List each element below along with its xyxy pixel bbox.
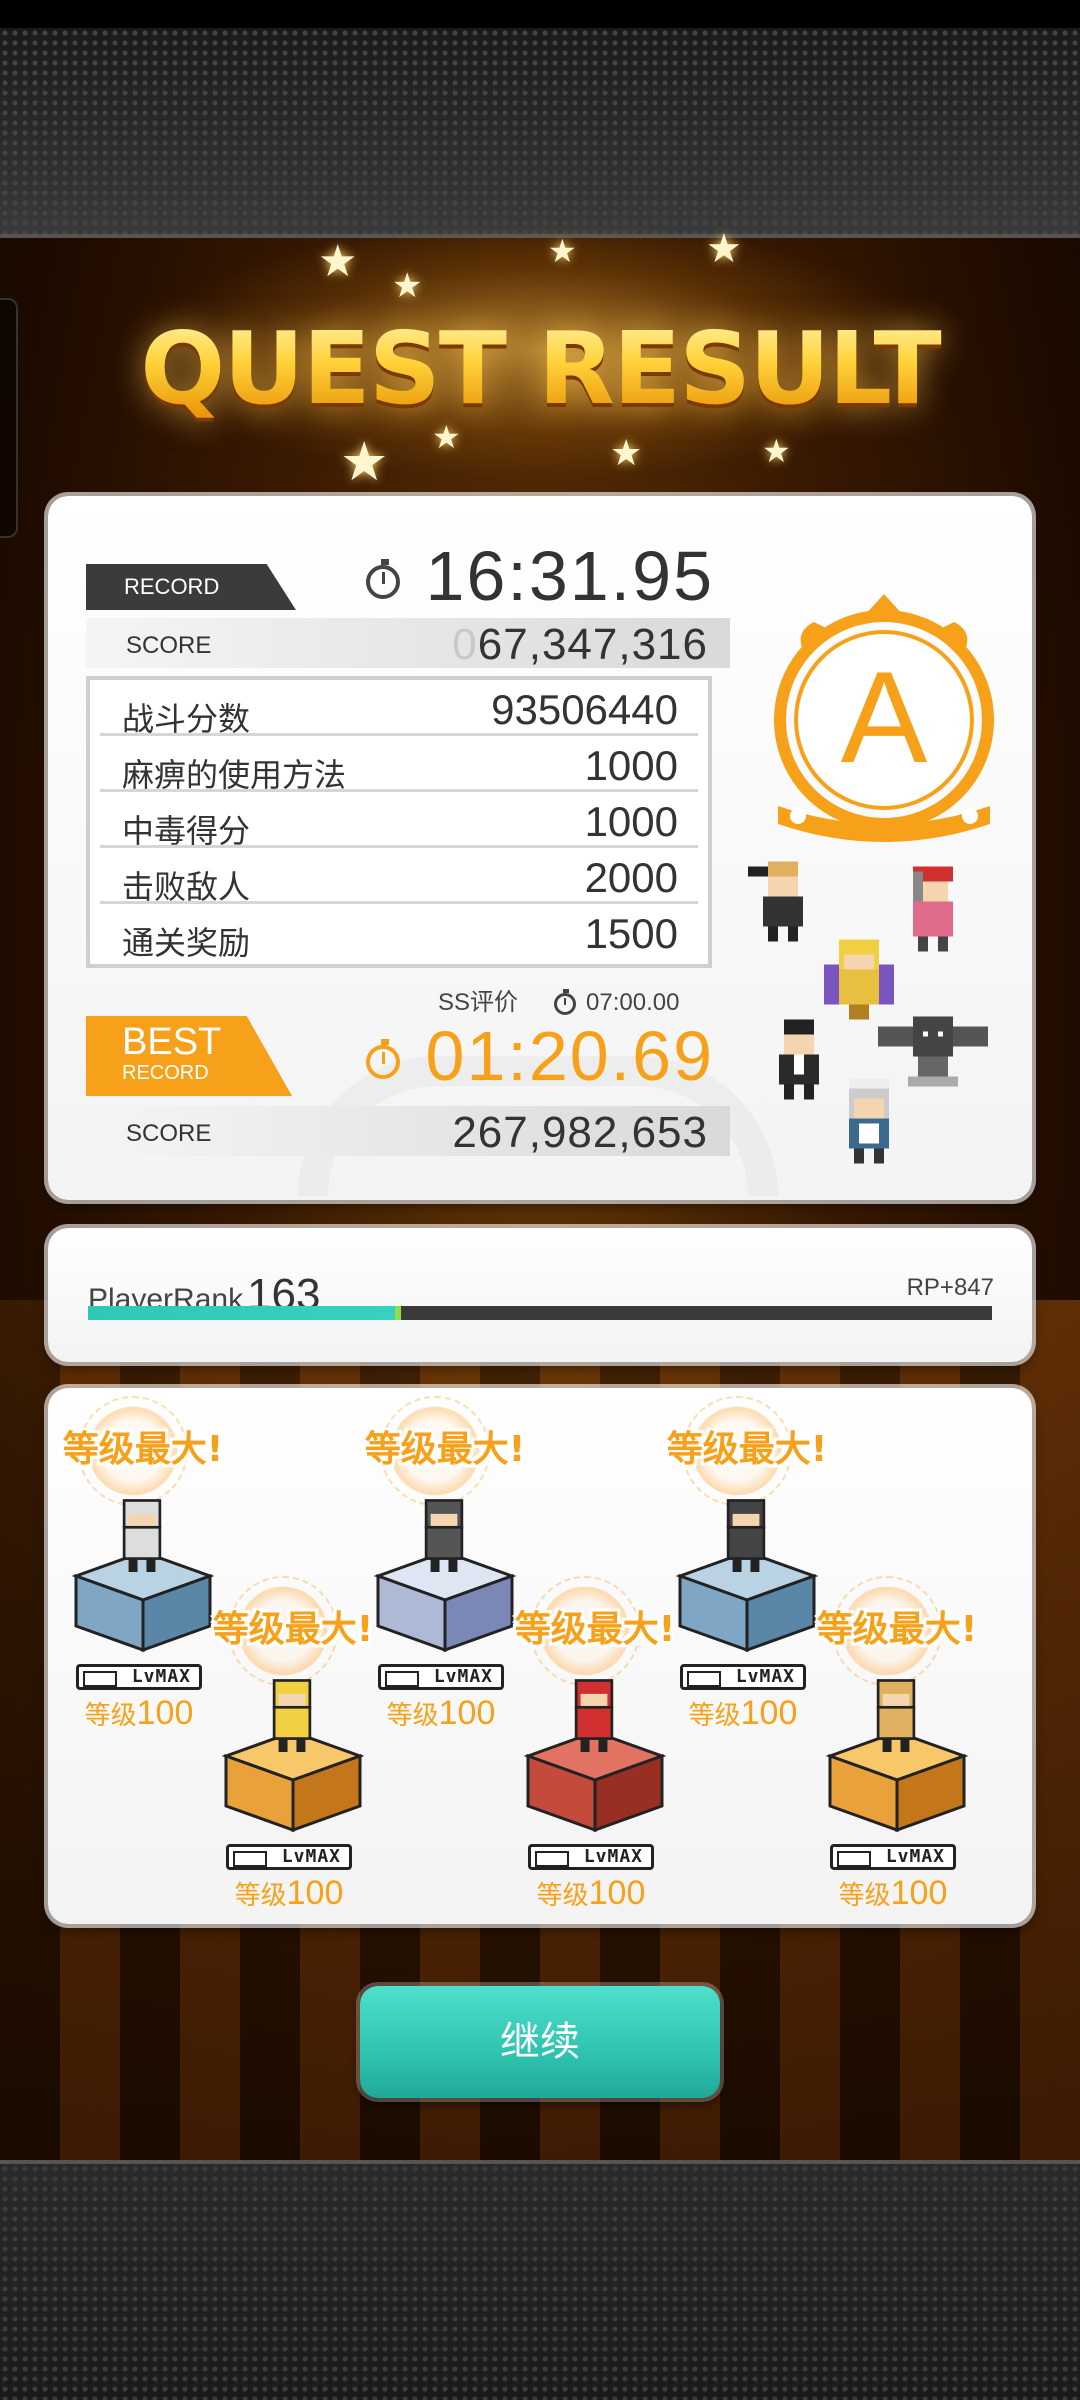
unit-sprite <box>574 1679 614 1752</box>
rank-points-gained: RP+847 <box>906 1274 994 1301</box>
unit-card: 等级最大! LvMAX 等级100 <box>208 1576 378 1912</box>
lvmax-badge: LvMAX <box>226 1844 352 1870</box>
unit-level: 等级100 <box>84 1694 194 1732</box>
record-tag: RECORD <box>86 564 296 610</box>
stopwatch-icon <box>365 558 400 599</box>
level-max-text: 等级最大! <box>666 1429 828 1470</box>
bottom-decor-band <box>0 2160 1080 2400</box>
best-score-value: 267,982,653 <box>452 1108 708 1157</box>
unit-level: 等级100 <box>386 1694 496 1732</box>
star-icon: ★ <box>762 433 791 469</box>
star-icon: ★ <box>706 227 742 271</box>
lvmax-badge: LvMAX <box>528 1844 654 1870</box>
best-time: 01:20.69 <box>365 1016 714 1096</box>
breakdown-row: 通关奖励 1500 <box>122 910 678 961</box>
unit-level: 等级100 <box>536 1874 646 1912</box>
page-title: QUEST RESULT <box>0 310 1080 427</box>
rank-progress-bar <box>88 1306 992 1320</box>
level-max-text: 等级最大! <box>816 1609 978 1650</box>
best-record-tag: BEST RECORD <box>86 1016 292 1096</box>
level-max-text: 等级最大! <box>62 1429 224 1470</box>
top-decor-band <box>0 28 1080 238</box>
party-sprites <box>748 856 1028 1176</box>
star-icon: ★ <box>548 233 577 269</box>
rank-letter: A <box>841 644 928 790</box>
star-icon: ★ <box>318 237 358 286</box>
lvmax-badge: LvMAX <box>378 1664 504 1690</box>
unit-level: 等级100 <box>234 1874 344 1912</box>
ss-target: SS评价 07:00.00 <box>438 988 680 1016</box>
unit-card: 等级最大! LvMAX 等级100 <box>812 1576 982 1912</box>
star-icon: ★ <box>340 432 389 492</box>
character-sprite <box>849 1078 889 1164</box>
stopwatch-icon <box>554 988 577 1015</box>
score-breakdown: 战斗分数 93506440 麻痹的使用方法 1000 中毒得分 1000 击败敌人 20… <box>86 676 712 968</box>
best-score-bar: SCORE 267,982,653 <box>86 1106 730 1157</box>
unit-sprite <box>272 1679 312 1752</box>
status-bar <box>0 0 1080 28</box>
rank-emblem: A <box>764 592 1004 852</box>
breakdown-row: 麻痹的使用方法 1000 <box>100 736 698 793</box>
unit-levels-panel: 等级最大! LvMAX 等级100 等级最大! LvMAX 等级100 等级最大! LvMAX… <box>48 1388 1032 1924</box>
unit-sprite <box>122 1499 162 1572</box>
record-score-bar: SCORE 067,347,316 <box>86 618 730 669</box>
breakdown-row: 击败敌人 2000 <box>100 848 698 905</box>
character-sprite <box>779 1019 819 1100</box>
record-time: 16:31.95 <box>365 536 714 616</box>
score-label: SCORE <box>126 632 212 659</box>
lvmax-badge: LvMAX <box>76 1664 202 1690</box>
unit-card: 等级最大! LvMAX 等级100 <box>510 1576 680 1912</box>
stopwatch-icon <box>365 1038 400 1079</box>
unit-sprite <box>876 1679 916 1752</box>
lvmax-badge: LvMAX <box>680 1664 806 1690</box>
star-icon: ★ <box>610 432 643 473</box>
breakdown-row: 中毒得分 1000 <box>100 792 698 849</box>
record-score-value: 067,347,316 <box>452 620 708 669</box>
unit-sprite <box>726 1499 766 1572</box>
character-sprite <box>748 861 803 942</box>
unit-sprite <box>424 1499 464 1572</box>
character-sprite <box>913 866 953 952</box>
unit-level: 等级100 <box>688 1694 798 1732</box>
player-rank-panel: PlayerRank163 RP+847 <box>48 1228 1032 1362</box>
result-panel: RECORD 16:31.95 SCORE 067,347,316 战斗分数 93… <box>48 496 1032 1200</box>
rank-progress-fill <box>88 1306 402 1320</box>
breakdown-row: 战斗分数 93506440 <box>100 680 698 737</box>
lvmax-badge: LvMAX <box>830 1844 956 1870</box>
continue-button[interactable]: 继续 <box>360 1986 720 2098</box>
unit-level: 等级100 <box>838 1874 948 1912</box>
level-max-text: 等级最大! <box>364 1429 526 1470</box>
score-label: SCORE <box>126 1120 212 1147</box>
star-icon: ★ <box>392 267 423 305</box>
quest-result-screen: ★ ★ ★ ★ ★ ★ ★ ★ QUEST RESULT RECORD 16:3… <box>0 0 1080 2400</box>
